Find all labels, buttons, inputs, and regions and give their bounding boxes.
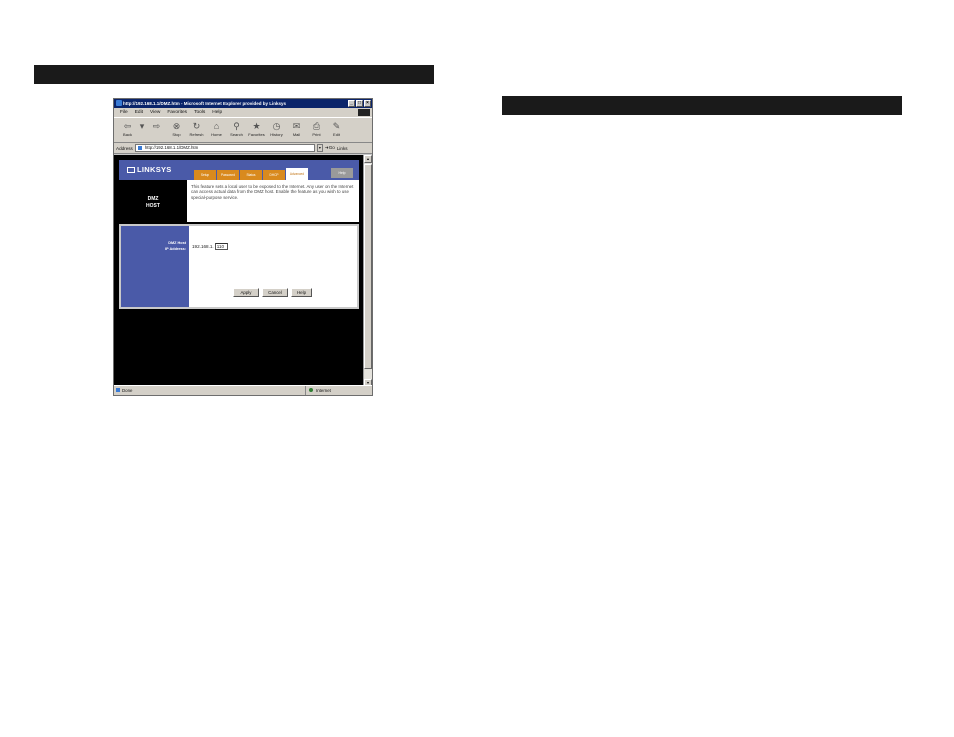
tab-password[interactable]: Password	[217, 170, 239, 180]
field-label: DMZ Host IP Address:	[121, 226, 189, 307]
tab-status[interactable]: Status	[240, 170, 262, 180]
back-dropdown-button[interactable]: ▾	[138, 118, 146, 142]
status-bar: Done Internet	[114, 385, 372, 395]
forward-arrow-icon: ⇨	[152, 121, 161, 131]
cancel-button[interactable]: Cancel	[262, 288, 288, 297]
tab-setup[interactable]: Setup	[194, 170, 216, 180]
favorites-button[interactable]: ★ Favorites	[247, 118, 266, 142]
linksys-header: LINKSYS Setup Password Status DHCP Advan…	[119, 160, 359, 180]
history-icon: ◷	[272, 121, 281, 131]
refresh-button[interactable]: ↻ Refresh	[187, 118, 206, 142]
print-icon: ⎙	[312, 121, 321, 131]
linksys-mark-icon	[127, 167, 135, 173]
window-title: http://192.168.1.1/DMZ.htm - Microsoft I…	[123, 101, 287, 106]
stop-button[interactable]: ⊗ Stop	[167, 118, 186, 142]
ip-prefix: 192.168.1.	[192, 244, 214, 249]
menu-tools[interactable]: Tools	[194, 108, 205, 117]
section-title: DMZ HOST	[146, 196, 160, 209]
print-button[interactable]: ⎙ Print	[307, 118, 326, 142]
home-icon: ⌂	[213, 121, 220, 131]
tab-help[interactable]: Help	[331, 168, 353, 178]
favorites-icon: ★	[252, 121, 261, 131]
tab-advanced[interactable]: Advanced	[286, 168, 308, 180]
mail-button[interactable]: ✉ Mail	[287, 118, 306, 142]
refresh-icon: ↻	[192, 121, 201, 131]
apply-button[interactable]: Apply	[233, 288, 259, 297]
right-header-bar	[502, 96, 902, 115]
forward-button[interactable]: ⇨	[147, 118, 166, 142]
form-buttons: Apply Cancel Help	[233, 288, 312, 297]
search-icon: ⚲	[233, 121, 240, 131]
toolbar: ⇦ Back ▾ ⇨ ⊗ Stop ↻ Refresh ⌂ Home ⚲ Search ★…	[114, 117, 372, 143]
mail-icon: ✉	[292, 121, 301, 131]
stop-icon: ⊗	[172, 121, 181, 131]
manual-page: http://192.168.1.1/DMZ.htm - Microsoft I…	[0, 0, 954, 737]
ie-logo-icon	[116, 100, 122, 106]
back-arrow-icon: ⇦	[123, 121, 132, 131]
linksys-tabs: Setup Password Status DHCP Advanced	[194, 168, 308, 180]
address-bar: Address http://192.168.1.1/DMZ.htm ▾ ➜Go…	[114, 143, 372, 154]
edit-button[interactable]: ✎ Edit	[327, 118, 346, 142]
dmz-ip-input[interactable]: 110	[214, 243, 228, 250]
title-bar[interactable]: http://192.168.1.1/DMZ.htm - Microsoft I…	[114, 99, 372, 108]
maximize-button[interactable]: □	[356, 100, 363, 107]
address-input[interactable]: http://192.168.1.1/DMZ.htm	[134, 144, 315, 152]
tab-dhcp[interactable]: DHCP	[263, 170, 285, 180]
menu-edit[interactable]: Edit	[135, 108, 143, 117]
minimize-button[interactable]: _	[348, 100, 355, 107]
menu-view[interactable]: View	[150, 108, 160, 117]
vertical-scrollbar[interactable]: ▴ ▾	[363, 155, 372, 387]
scroll-thumb[interactable]	[364, 164, 372, 369]
back-button[interactable]: ⇦ Back	[118, 118, 137, 142]
dmz-ip-field: 192.168.1. 110	[192, 243, 228, 250]
address-dropdown-button[interactable]: ▾	[316, 144, 323, 152]
menu-favorites[interactable]: Favorites	[167, 108, 187, 117]
back-dropdown-icon: ▾	[139, 121, 145, 131]
browser-window: http://192.168.1.1/DMZ.htm - Microsoft I…	[113, 98, 373, 396]
web-content: LINKSYS Setup Password Status DHCP Advan…	[114, 155, 364, 387]
links-button[interactable]: Links	[337, 146, 348, 151]
address-label: Address	[116, 145, 133, 151]
feature-description: This feature sets a local user to be exp…	[187, 180, 359, 222]
windows-logo-icon	[358, 109, 370, 116]
linksys-logo: LINKSYS	[127, 165, 172, 174]
menu-help[interactable]: Help	[212, 108, 222, 117]
go-button[interactable]: ➜Go	[325, 145, 335, 151]
history-button[interactable]: ◷ History	[267, 118, 286, 142]
menu-file[interactable]: File	[120, 108, 128, 117]
menu-bar: File Edit View Favorites Tools Help	[114, 108, 372, 117]
home-button[interactable]: ⌂ Home	[207, 118, 226, 142]
scroll-up-icon[interactable]: ▴	[364, 155, 372, 163]
dmz-form: DMZ Host IP Address: 192.168.1. 110 Appl…	[119, 224, 359, 309]
zone-indicator: Internet	[306, 386, 372, 395]
help-button[interactable]: Help	[291, 288, 312, 297]
search-button[interactable]: ⚲ Search	[227, 118, 246, 142]
close-button[interactable]: ×	[364, 100, 371, 107]
left-header-bar	[34, 65, 434, 84]
status-text: Done	[114, 386, 306, 395]
edit-icon: ✎	[332, 121, 341, 131]
